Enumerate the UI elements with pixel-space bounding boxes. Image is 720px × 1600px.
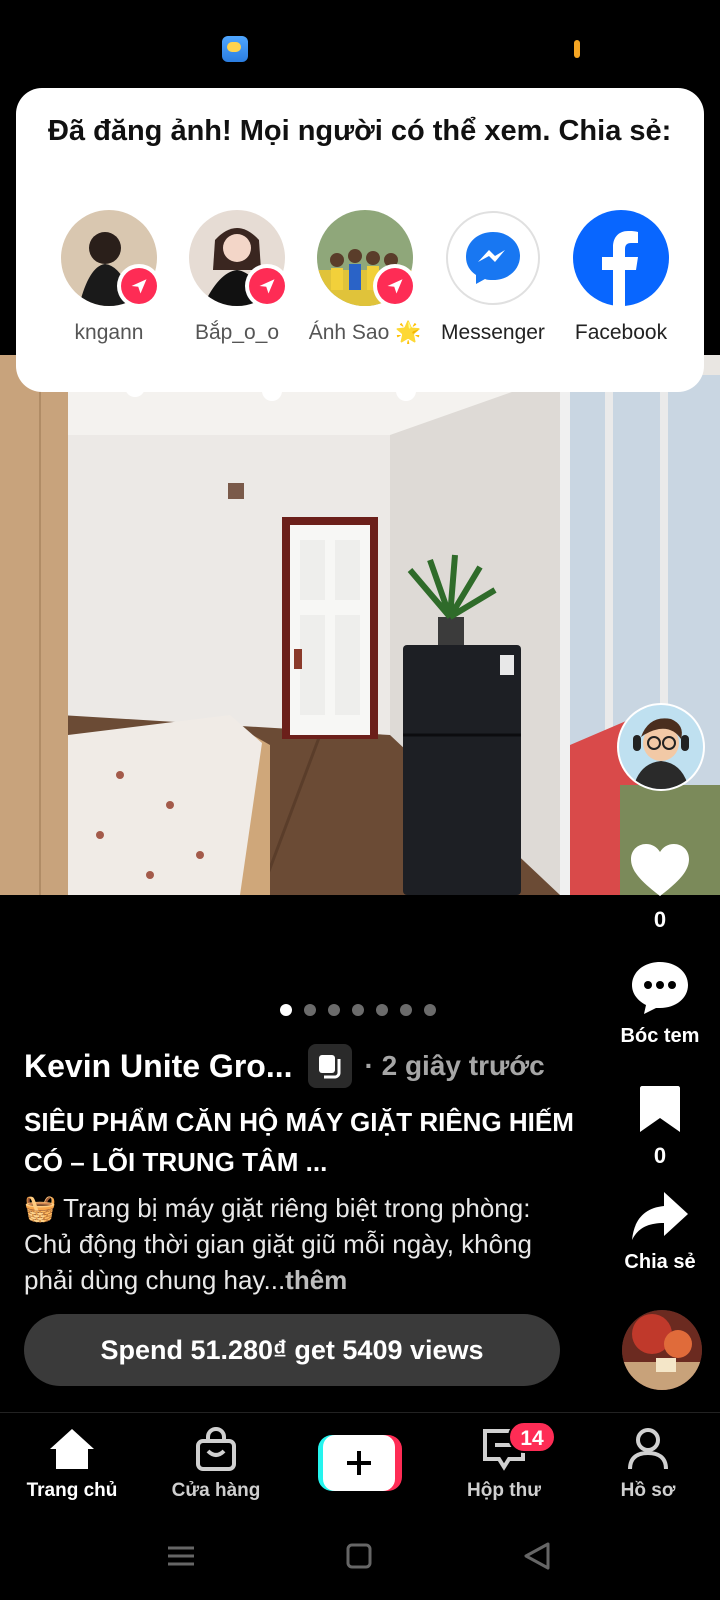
author-name[interactable]: Kevin Unite Gro... [24,1048,292,1085]
inbox-badge: 14 [508,1421,556,1453]
send-icon [373,264,417,308]
share-target-label: Messenger [441,321,545,344]
photo-mode-icon[interactable] [308,1044,353,1088]
nav-profile[interactable]: Hồ sơ [576,1427,720,1502]
nav-shop-label: Cửa hàng [171,1480,261,1501]
post-time: · 2 giây trước [364,1050,545,1081]
send-icon [117,264,161,308]
avatar [189,210,289,308]
post-photo[interactable] [0,355,720,895]
share-button[interactable]: Chia sẻ [610,1190,710,1274]
carousel-dot-active [280,1004,292,1016]
create-button[interactable] [318,1435,402,1491]
share-target-bap[interactable]: Bắp_o_o [172,210,302,347]
nav-inbox-label: Hộp thư [467,1480,541,1501]
messenger-icon [445,210,541,306]
creator-avatar[interactable] [617,703,705,791]
profile-icon [628,1428,668,1470]
share-target-label: Bắp_o_o [194,321,280,344]
post-title: SIÊU PHẨM CĂN HỘ MÁY GIẶT RIÊNG HIẾM CÓ … [24,1107,574,1177]
comment-button[interactable]: Bóc tem [610,960,710,1048]
room-photo [0,355,720,895]
home-icon [50,1429,94,1469]
save-button[interactable]: 0 [610,1084,710,1169]
back-icon[interactable] [524,1542,550,1570]
post-description[interactable]: 🧺 Trang bị máy giặt riêng biệt trong phò… [24,1190,584,1298]
avatar [317,210,417,308]
home-square-icon[interactable] [346,1543,372,1569]
comment-label: Bóc tem [620,1025,700,1047]
music-disc[interactable] [622,1310,702,1390]
author-row: Kevin Unite Gro... · 2 giây trước [24,1044,545,1088]
promote-button[interactable]: Spend 51.280₫ get 5409 views [24,1314,560,1386]
nav-profile-label: Hồ sơ [620,1480,676,1501]
menu-icon[interactable] [168,1546,194,1566]
bookmark-icon [640,1086,680,1132]
carousel-dot [328,1004,340,1016]
heart-icon [631,844,689,896]
nav-shop[interactable]: Cửa hàng [144,1426,288,1502]
nav-home[interactable]: Trang chủ [0,1427,144,1502]
facebook-icon [573,210,669,306]
share-sheet: Đã đăng ảnh! Mọi người có thể xem. Chia … [16,88,704,392]
share-sheet-title: Đã đăng ảnh! Mọi người có thể xem. Chia … [48,115,672,147]
like-count: 0 [653,907,667,932]
share-arrow-icon [632,1192,688,1240]
share-target-label: Facebook [574,321,668,344]
share-target-facebook[interactable]: Facebook [556,210,686,347]
carousel-dot [400,1004,412,1016]
see-more-link[interactable]: thêm [285,1265,347,1295]
share-target-anh-sao[interactable]: Ánh Sao 🌟 [300,210,430,347]
share-target-label: Ánh Sao 🌟 [308,321,422,344]
avatar [61,210,161,308]
post-description-text: 🧺 Trang bị máy giặt riêng biệt trong phò… [24,1193,533,1295]
bottom-nav: Trang chủ Cửa hàng Hộp thư 14 Hồ sơ [0,1412,720,1530]
status-bar [0,0,720,90]
save-count: 0 [653,1143,667,1168]
weather-icon [222,36,248,62]
share-target-messenger[interactable]: Messenger [428,210,558,347]
nav-home-label: Trang chủ [26,1480,118,1501]
share-target-label: kngann [74,321,144,344]
comment-icon [632,962,688,1014]
carousel-dot [376,1004,388,1016]
system-nav-bar [0,1530,720,1600]
plus-icon [347,1451,371,1475]
carousel-indicator [280,1004,436,1016]
carousel-dot [352,1004,364,1016]
send-icon [245,264,289,308]
share-label: Chia sẻ [624,1251,696,1273]
like-button[interactable]: 0 [610,842,710,933]
shopping-bag-icon [196,1426,236,1471]
share-target-kngann[interactable]: kngann [44,210,174,347]
carousel-dot [304,1004,316,1016]
status-indicator-icon [574,40,580,58]
carousel-dot [424,1004,436,1016]
